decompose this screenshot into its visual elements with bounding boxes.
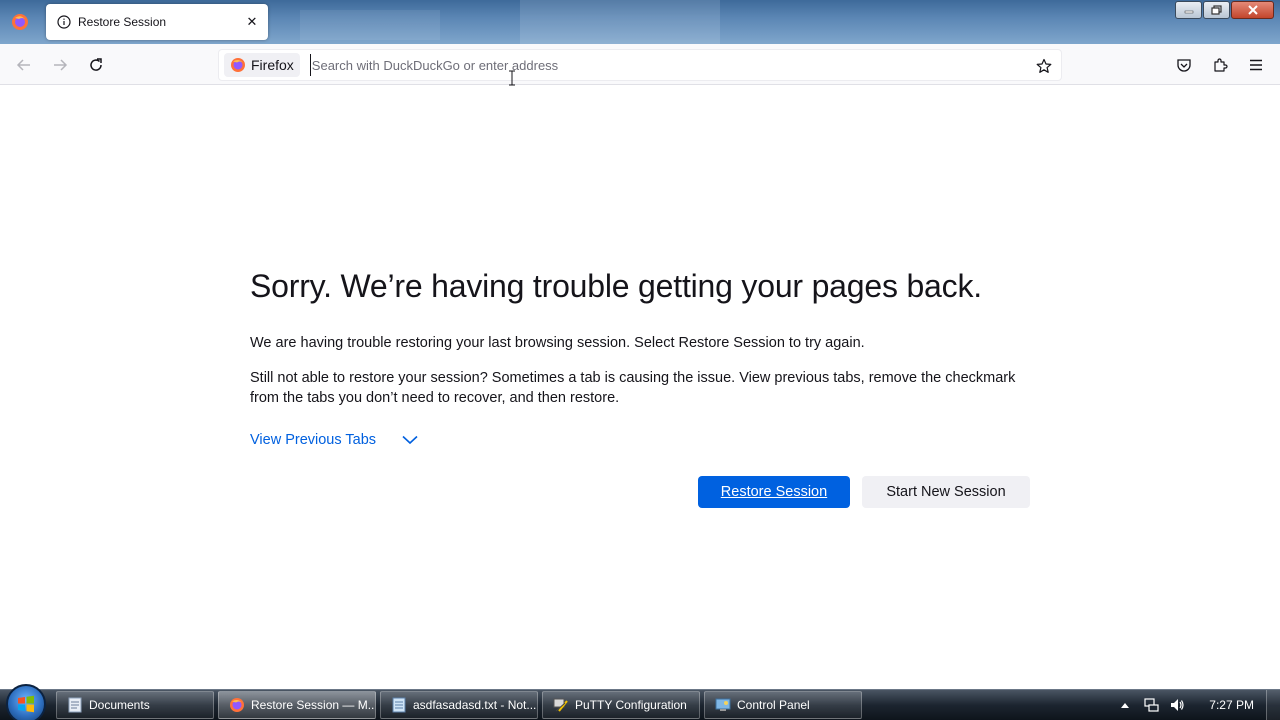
firefox-logo-icon bbox=[231, 58, 245, 72]
taskbar-item-label: Control Panel bbox=[737, 698, 810, 712]
back-arrow-icon[interactable] bbox=[13, 54, 35, 76]
pocket-icon[interactable] bbox=[1173, 54, 1195, 76]
start-button[interactable] bbox=[6, 684, 46, 720]
restore-session-button[interactable]: Restore Session bbox=[698, 476, 850, 508]
reload-icon[interactable] bbox=[85, 54, 107, 76]
taskbar-item-documents[interactable]: Documents bbox=[56, 691, 214, 719]
maximize-button[interactable] bbox=[1203, 1, 1230, 19]
show-desktop-button[interactable] bbox=[1266, 690, 1280, 720]
title-bar-glass bbox=[300, 10, 440, 40]
putty-icon bbox=[553, 697, 569, 713]
taskbar-item-label: asdfasadasd.txt - Not... bbox=[413, 698, 537, 712]
volume-icon[interactable] bbox=[1169, 697, 1185, 713]
taskbar: Documents Restore Session — M... asdfasa… bbox=[0, 684, 1280, 720]
title-bar-glass bbox=[520, 0, 720, 44]
close-window-button[interactable] bbox=[1231, 1, 1274, 19]
windows-logo-icon bbox=[18, 695, 34, 713]
session-restore-content: Sorry. We’re having trouble getting your… bbox=[250, 266, 1040, 451]
view-previous-tabs-label[interactable]: View Previous Tabs bbox=[250, 432, 376, 448]
window-controls bbox=[1175, 1, 1274, 19]
system-tray: 7:27 PM bbox=[1117, 690, 1260, 720]
identity-label: Firefox bbox=[251, 57, 294, 73]
bookmark-star-icon[interactable] bbox=[1033, 55, 1055, 77]
minimize-button[interactable] bbox=[1175, 1, 1202, 19]
tab-restore-session[interactable]: Restore Session ✕ bbox=[46, 4, 268, 40]
hamburger-menu-icon[interactable] bbox=[1245, 54, 1267, 76]
view-previous-tabs-toggle[interactable]: View Previous Tabs bbox=[250, 429, 1040, 451]
close-icon[interactable]: ✕ bbox=[242, 12, 262, 32]
notepad-icon bbox=[391, 697, 407, 713]
control-panel-icon bbox=[715, 697, 731, 713]
text-cursor-icon bbox=[508, 70, 516, 86]
taskbar-item-control-panel[interactable]: Control Panel bbox=[704, 691, 862, 719]
taskbar-item-putty[interactable]: PuTTY Configuration bbox=[542, 691, 700, 719]
forward-arrow-icon[interactable] bbox=[49, 54, 71, 76]
clock[interactable]: 7:27 PM bbox=[1209, 698, 1254, 712]
taskbar-item-firefox[interactable]: Restore Session — M... bbox=[218, 691, 376, 719]
description-paragraph: We are having trouble restoring your las… bbox=[250, 335, 865, 351]
info-icon bbox=[56, 14, 72, 30]
url-input[interactable] bbox=[309, 54, 1010, 76]
identity-box[interactable]: Firefox bbox=[224, 53, 300, 77]
page-title: Sorry. We’re having trouble getting your… bbox=[250, 268, 982, 304]
chevron-down-icon[interactable] bbox=[401, 431, 419, 449]
show-hidden-icons-icon[interactable] bbox=[1117, 697, 1133, 713]
taskbar-item-label: Documents bbox=[89, 698, 150, 712]
url-bar[interactable]: Firefox bbox=[218, 49, 1062, 81]
taskbar-item-label: PuTTY Configuration bbox=[575, 698, 687, 712]
folder-document-icon bbox=[67, 697, 83, 713]
firefox-logo-icon bbox=[229, 697, 245, 713]
tab-strip: Restore Session ✕ bbox=[0, 0, 1280, 44]
network-icon[interactable] bbox=[1143, 697, 1159, 713]
firefox-menu-icon[interactable] bbox=[4, 6, 36, 38]
start-new-session-button[interactable]: Start New Session bbox=[862, 476, 1030, 508]
taskbar-item-label: Restore Session — M... bbox=[251, 698, 376, 712]
extensions-icon[interactable] bbox=[1209, 54, 1231, 76]
navigation-toolbar: Firefox bbox=[0, 44, 1280, 85]
taskbar-item-notepad[interactable]: asdfasadasd.txt - Not... bbox=[380, 691, 538, 719]
tab-title: Restore Session bbox=[78, 15, 167, 29]
instructions-paragraph: Still not able to restore your session? … bbox=[250, 370, 1016, 406]
